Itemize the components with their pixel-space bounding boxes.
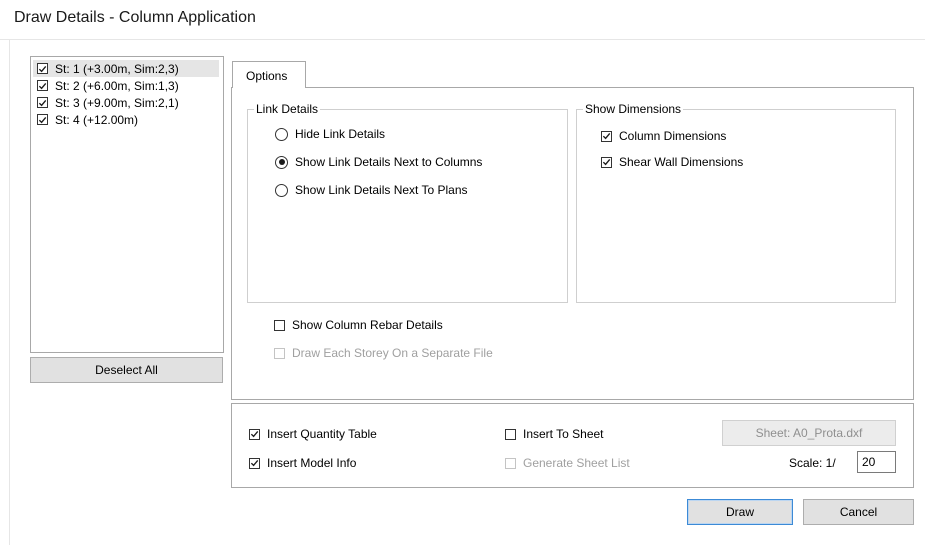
radio-button[interactable] [275, 183, 288, 197]
draw-each-storey-checkbox [274, 347, 285, 359]
scale-label: Scale: 1/ [789, 456, 836, 470]
draw-button[interactable]: Draw [687, 499, 793, 525]
deselect-all-button[interactable]: Deselect All [30, 357, 223, 383]
draw-each-storey-option: Draw Each Storey On a Separate File [274, 346, 493, 360]
generate-sheet-list-option: Generate Sheet List [505, 456, 630, 470]
show-dimensions-group-label: Show Dimensions [583, 102, 684, 116]
column-dimensions-option[interactable]: Column Dimensions [601, 129, 726, 143]
storey-checkbox[interactable] [37, 97, 48, 108]
cancel-button[interactable]: Cancel [803, 499, 914, 525]
storey-label: St: 4 (+12.00m) [55, 112, 139, 127]
dialog-left-edge [9, 40, 10, 545]
sheet-select-button: Sheet: A0_Prota.dxf [722, 420, 896, 446]
shear-wall-dimensions-checkbox[interactable] [601, 156, 612, 168]
storey-list-item[interactable]: St: 1 (+3.00m, Sim:2,3) [33, 60, 219, 77]
storey-checkbox[interactable] [37, 63, 48, 74]
column-dimensions-checkbox[interactable] [601, 130, 612, 142]
storey-list-item[interactable]: St: 2 (+6.00m, Sim:1,3) [33, 77, 219, 94]
show-column-rebar-details-option[interactable]: Show Column Rebar Details [274, 318, 443, 332]
insert-to-sheet-label: Insert To Sheet [523, 427, 604, 441]
check-icon [250, 431, 259, 438]
insert-model-info-checkbox[interactable] [249, 457, 260, 469]
check-icon [38, 99, 47, 106]
check-icon [38, 65, 47, 72]
hide-link-details-label: Hide Link Details [295, 127, 386, 141]
insert-model-info-option[interactable]: Insert Model Info [249, 456, 356, 470]
tab-options[interactable]: Options [232, 61, 306, 88]
show-link-details-next-to-columns-option[interactable]: Show Link Details Next to Columns [275, 155, 482, 169]
insert-quantity-table-option[interactable]: Insert Quantity Table [249, 427, 377, 441]
storey-checkbox[interactable] [37, 80, 48, 91]
storey-list-item[interactable]: St: 3 (+9.00m, Sim:2,1) [33, 94, 219, 111]
show-column-rebar-details-label: Show Column Rebar Details [292, 318, 443, 332]
radio-button[interactable] [275, 127, 288, 141]
tab-options-label: Options [246, 69, 288, 83]
column-dimensions-label: Column Dimensions [619, 129, 727, 143]
show-link-details-next-to-columns-label: Show Link Details Next to Columns [295, 155, 483, 169]
shear-wall-dimensions-option[interactable]: Shear Wall Dimensions [601, 155, 743, 169]
storey-list[interactable]: St: 1 (+3.00m, Sim:2,3) St: 2 (+6.00m, S… [30, 56, 224, 353]
radio-button[interactable] [275, 155, 288, 169]
show-column-rebar-details-checkbox[interactable] [274, 319, 285, 331]
insert-quantity-table-label: Insert Quantity Table [267, 427, 377, 441]
storey-label: St: 1 (+3.00m, Sim:2,3) [55, 61, 179, 76]
storey-label: St: 2 (+6.00m, Sim:1,3) [55, 78, 179, 93]
insert-to-sheet-option[interactable]: Insert To Sheet [505, 427, 604, 441]
draw-each-storey-label: Draw Each Storey On a Separate File [292, 346, 493, 360]
storey-list-item[interactable]: St: 4 (+12.00m) [33, 111, 219, 128]
shear-wall-dimensions-label: Shear Wall Dimensions [619, 155, 744, 169]
scale-input[interactable] [857, 451, 896, 473]
hide-link-details-option[interactable]: Hide Link Details [275, 127, 385, 141]
show-link-details-next-to-plans-label: Show Link Details Next To Plans [295, 183, 468, 197]
check-icon [38, 82, 47, 89]
show-link-details-next-to-plans-option[interactable]: Show Link Details Next To Plans [275, 183, 468, 197]
title-separator [0, 39, 925, 40]
window-title: Draw Details - Column Application [14, 9, 256, 26]
insert-to-sheet-checkbox[interactable] [505, 428, 516, 440]
insert-quantity-table-checkbox[interactable] [249, 428, 260, 440]
generate-sheet-list-label: Generate Sheet List [523, 456, 630, 470]
check-icon [38, 116, 47, 123]
generate-sheet-list-checkbox [505, 457, 516, 469]
check-icon [250, 460, 259, 467]
storey-label: St: 3 (+9.00m, Sim:2,1) [55, 95, 179, 110]
check-icon [602, 159, 611, 166]
storey-checkbox[interactable] [37, 114, 48, 125]
link-details-group-label: Link Details [254, 102, 321, 116]
check-icon [602, 133, 611, 140]
insert-model-info-label: Insert Model Info [267, 456, 357, 470]
